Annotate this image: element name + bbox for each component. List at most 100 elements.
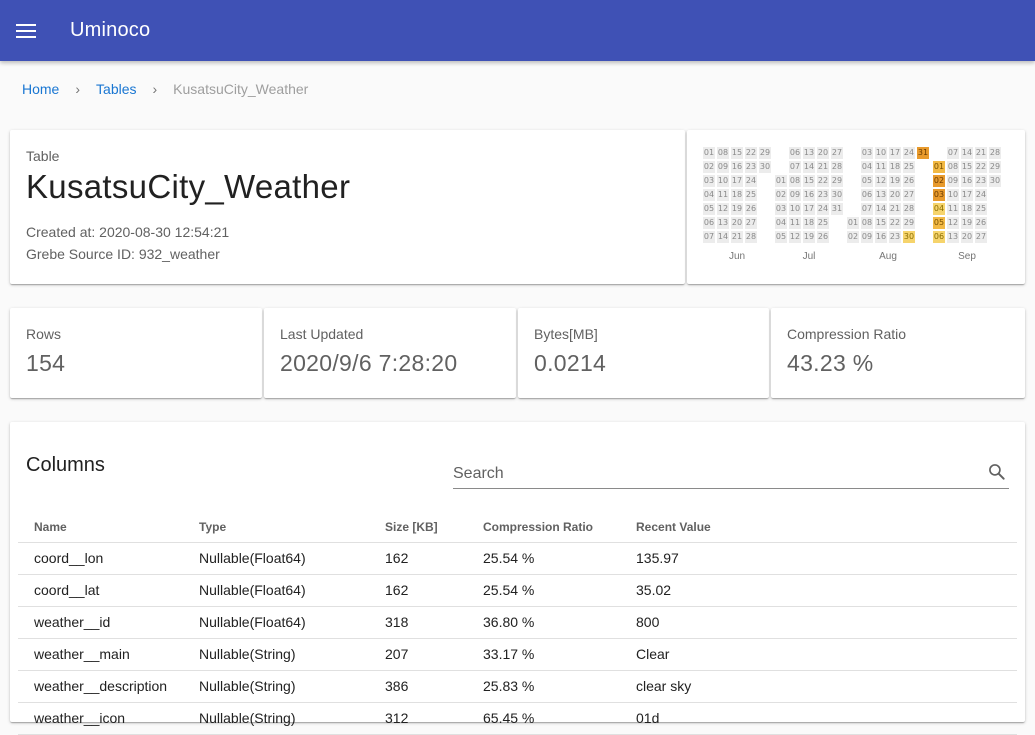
calendar-day-cell[interactable]: 02 — [847, 231, 859, 243]
calendar-day-cell[interactable]: 16 — [875, 231, 887, 243]
calendar-day-cell[interactable]: 07 — [947, 147, 959, 159]
calendar-day-cell[interactable]: 30 — [989, 175, 1001, 187]
calendar-day-cell[interactable]: 18 — [961, 203, 973, 215]
calendar-day-cell[interactable]: 06 — [789, 147, 801, 159]
calendar-day-cell[interactable]: 16 — [803, 189, 815, 201]
calendar-day-cell[interactable]: 30 — [831, 189, 843, 201]
calendar-day-cell[interactable]: 19 — [889, 175, 901, 187]
calendar-day-cell[interactable]: 30 — [903, 231, 915, 243]
search-input[interactable] — [453, 462, 973, 486]
calendar-day-cell[interactable]: 24 — [745, 175, 757, 187]
calendar-day-cell[interactable]: 28 — [831, 161, 843, 173]
calendar-day-cell[interactable]: 24 — [975, 189, 987, 201]
calendar-day-cell[interactable]: 15 — [961, 161, 973, 173]
calendar-day-cell[interactable]: 11 — [789, 217, 801, 229]
calendar-day-cell[interactable]: 27 — [745, 217, 757, 229]
breadcrumb-home-link[interactable]: Home — [22, 81, 59, 97]
calendar-day-cell[interactable]: 09 — [947, 175, 959, 187]
calendar-day-cell[interactable]: 01 — [933, 161, 945, 173]
calendar-day-cell[interactable]: 25 — [975, 203, 987, 215]
calendar-day-cell[interactable]: 08 — [861, 217, 873, 229]
header-name[interactable]: Name — [18, 512, 183, 543]
calendar-day-cell[interactable]: 06 — [861, 189, 873, 201]
calendar-day-cell[interactable]: 04 — [933, 203, 945, 215]
menu-icon[interactable] — [16, 23, 36, 38]
breadcrumb-tables-link[interactable]: Tables — [96, 81, 136, 97]
calendar-day-cell[interactable]: 05 — [861, 175, 873, 187]
calendar-day-cell[interactable]: 13 — [717, 217, 729, 229]
calendar-day-cell[interactable]: 15 — [731, 147, 743, 159]
calendar-day-cell[interactable]: 12 — [947, 217, 959, 229]
calendar-day-cell[interactable]: 29 — [831, 175, 843, 187]
calendar-day-cell[interactable]: 01 — [847, 217, 859, 229]
calendar-day-cell[interactable]: 26 — [975, 217, 987, 229]
calendar-day-cell[interactable]: 10 — [947, 189, 959, 201]
calendar-day-cell[interactable]: 03 — [703, 175, 715, 187]
calendar-day-cell[interactable]: 12 — [789, 231, 801, 243]
calendar-day-cell[interactable]: 18 — [731, 189, 743, 201]
calendar-day-cell[interactable]: 13 — [875, 189, 887, 201]
calendar-day-cell[interactable]: 20 — [961, 231, 973, 243]
calendar-day-cell[interactable]: 05 — [703, 203, 715, 215]
calendar-day-cell[interactable]: 03 — [933, 189, 945, 201]
calendar-day-cell[interactable]: 24 — [903, 147, 915, 159]
calendar-day-cell[interactable]: 04 — [703, 189, 715, 201]
calendar-day-cell[interactable]: 21 — [731, 231, 743, 243]
table-row[interactable]: weather__main Nullable(String) 207 33.17 % C… — [18, 638, 1017, 671]
calendar-day-cell[interactable]: 22 — [889, 217, 901, 229]
calendar-day-cell[interactable]: 22 — [817, 175, 829, 187]
table-row[interactable]: weather__id Nullable(Float64) 318 36.80 % 80… — [18, 606, 1017, 639]
header-type[interactable]: Type — [183, 512, 369, 543]
calendar-day-cell[interactable]: 13 — [947, 231, 959, 243]
calendar-day-cell[interactable]: 04 — [775, 217, 787, 229]
calendar-day-cell[interactable]: 31 — [831, 203, 843, 215]
calendar-day-cell[interactable]: 17 — [731, 175, 743, 187]
calendar-day-cell[interactable]: 02 — [703, 161, 715, 173]
header-compression-ratio[interactable]: Compression Ratio — [467, 512, 620, 543]
calendar-day-cell[interactable]: 08 — [947, 161, 959, 173]
search-icon[interactable] — [987, 462, 1007, 482]
calendar-day-cell[interactable]: 25 — [817, 217, 829, 229]
calendar-day-cell[interactable]: 20 — [817, 147, 829, 159]
calendar-day-cell[interactable]: 10 — [717, 175, 729, 187]
calendar-day-cell[interactable]: 16 — [731, 161, 743, 173]
calendar-day-cell[interactable]: 18 — [803, 217, 815, 229]
calendar-day-cell[interactable]: 08 — [717, 147, 729, 159]
calendar-day-cell[interactable]: 28 — [903, 203, 915, 215]
table-row[interactable]: coord__lat Nullable(Float64) 162 25.54 % 35.… — [18, 574, 1017, 607]
calendar-day-cell[interactable]: 12 — [717, 203, 729, 215]
calendar-day-cell[interactable]: 08 — [789, 175, 801, 187]
calendar-day-cell[interactable]: 29 — [989, 161, 1001, 173]
calendar-day-cell[interactable]: 18 — [889, 161, 901, 173]
calendar-day-cell[interactable]: 28 — [989, 147, 1001, 159]
calendar-day-cell[interactable]: 25 — [903, 161, 915, 173]
calendar-day-cell[interactable]: 23 — [889, 231, 901, 243]
calendar-day-cell[interactable]: 24 — [817, 203, 829, 215]
calendar-day-cell[interactable]: 02 — [933, 175, 945, 187]
calendar-day-cell[interactable]: 17 — [803, 203, 815, 215]
calendar-day-cell[interactable]: 17 — [889, 147, 901, 159]
calendar-day-cell[interactable]: 02 — [775, 189, 787, 201]
calendar-day-cell[interactable]: 13 — [803, 147, 815, 159]
calendar-day-cell[interactable]: 15 — [875, 217, 887, 229]
calendar-day-cell[interactable]: 10 — [789, 203, 801, 215]
calendar-day-cell[interactable]: 31 — [917, 147, 929, 159]
calendar-day-cell[interactable]: 14 — [717, 231, 729, 243]
calendar-day-cell[interactable]: 23 — [817, 189, 829, 201]
calendar-day-cell[interactable]: 23 — [975, 175, 987, 187]
calendar-day-cell[interactable]: 22 — [975, 161, 987, 173]
calendar-day-cell[interactable]: 16 — [961, 175, 973, 187]
calendar-day-cell[interactable]: 14 — [961, 147, 973, 159]
table-row[interactable]: coord__lon Nullable(Float64) 162 25.54 % 135… — [18, 542, 1017, 575]
calendar-day-cell[interactable]: 30 — [759, 161, 771, 173]
calendar-day-cell[interactable]: 27 — [831, 147, 843, 159]
calendar-day-cell[interactable]: 27 — [975, 231, 987, 243]
calendar-day-cell[interactable]: 09 — [789, 189, 801, 201]
calendar-day-cell[interactable]: 25 — [745, 189, 757, 201]
calendar-day-cell[interactable]: 21 — [889, 203, 901, 215]
calendar-day-cell[interactable]: 19 — [731, 203, 743, 215]
calendar-day-cell[interactable]: 14 — [803, 161, 815, 173]
table-row[interactable]: weather__description Nullable(String) 386 2… — [18, 670, 1017, 703]
calendar-day-cell[interactable]: 09 — [717, 161, 729, 173]
calendar-day-cell[interactable]: 11 — [717, 189, 729, 201]
